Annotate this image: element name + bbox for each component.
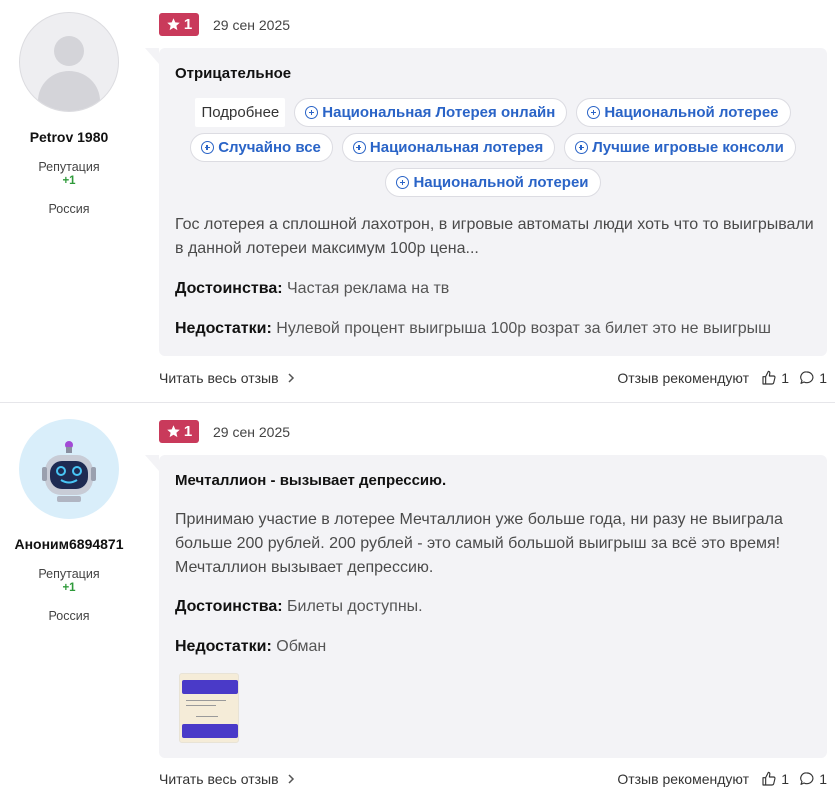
review-text: Гос лотерея а сплошной лахотрон, в игров… [175,216,814,257]
review-date: 29 сен 2025 [213,424,291,440]
comment-button[interactable]: 1 [799,771,827,787]
plus-circle-icon [575,141,589,154]
review-item: Petrov 1980 Репутация +1 Россия 1 29 сен… [0,0,835,402]
plus-circle-icon [201,141,215,154]
robot-avatar-icon[interactable] [19,419,119,519]
reputation-label: Репутация [38,160,100,174]
thumbs-up-icon [762,370,776,385]
reputation-label: Репутация [38,567,100,581]
rating-badge: 1 [159,13,199,36]
review-card: Отрицательное Подробнее Национальная Лот… [159,48,827,356]
recommend-label: Отзыв рекомендуют [617,771,749,787]
star-icon [167,18,180,31]
thumbs-up-icon [762,771,776,786]
review-date: 29 сен 2025 [213,17,291,33]
review-pros: Достоинства: Частая реклама на тв [175,280,450,297]
review-title[interactable]: Мечталлион - вызывает депрессию. [175,472,446,489]
reputation-value: +1 [62,582,76,594]
attached-image-thumbnail[interactable] [179,673,239,743]
tag-chip[interactable]: Лучшие игровые консоли [564,133,796,162]
tag-chip[interactable]: Национальной лотереи [385,168,601,197]
review-pros: Достоинства: Билеты доступны. [175,598,423,615]
review-footer: Читать весь отзыв Отзыв рекомендуют 1 1 [159,370,827,390]
review-title[interactable]: Отрицательное [175,65,291,82]
tag-chip[interactable]: Национальная Лотерея онлайн [294,98,568,127]
card-notch [145,455,159,471]
review-author: Аноним6894871 Репутация +1 Россия [0,419,138,623]
plus-circle-icon [396,176,410,189]
comment-icon [800,772,814,785]
rating-value: 1 [183,423,193,440]
comment-button[interactable]: 1 [799,370,827,386]
review-author: Petrov 1980 Репутация +1 Россия [0,12,138,216]
tag-chip[interactable]: Национальная лотерея [341,133,556,162]
review-cons: Недостатки: Нулевой процент выигрыша 100… [175,320,771,337]
tag-list: Подробнее Национальная Лотерея онлайн На… [175,98,811,197]
read-more-link[interactable]: Читать весь отзыв [159,771,295,787]
plus-circle-icon [587,106,601,119]
plus-circle-icon [352,141,366,154]
author-name[interactable]: Petrov 1980 [0,129,138,145]
tags-more-label: Подробнее [195,98,286,127]
star-icon [167,425,180,438]
like-button[interactable]: 1 [761,370,789,386]
rating-value: 1 [183,16,193,33]
comment-icon [800,371,814,384]
recommend-label: Отзыв рекомендуют [617,370,749,386]
chevron-right-icon [288,774,294,784]
read-more-link[interactable]: Читать весь отзыв [159,370,295,386]
tag-chip[interactable]: Случайно все [190,133,333,162]
chevron-right-icon [288,373,294,383]
author-country: Россия [48,609,90,623]
like-button[interactable]: 1 [761,771,789,787]
review-item: Аноним6894871 Репутация +1 Россия 1 29 с… [0,403,835,798]
plus-circle-icon [305,106,319,119]
author-country: Россия [48,202,90,216]
card-notch [145,48,159,64]
review-cons: Недостатки: Обман [175,638,327,655]
rating-badge: 1 [159,420,199,443]
review-card: Мечталлион - вызывает депрессию. Принима… [159,455,827,758]
author-name[interactable]: Аноним6894871 [0,536,138,552]
review-text: Принимаю участие в лотерее Мечталлион уж… [175,511,783,576]
reputation-value: +1 [62,175,76,187]
review-footer: Читать весь отзыв Отзыв рекомендуют 1 1 [159,771,827,791]
default-user-icon[interactable] [19,12,119,112]
tag-chip[interactable]: Национальной лотерее [576,98,791,127]
